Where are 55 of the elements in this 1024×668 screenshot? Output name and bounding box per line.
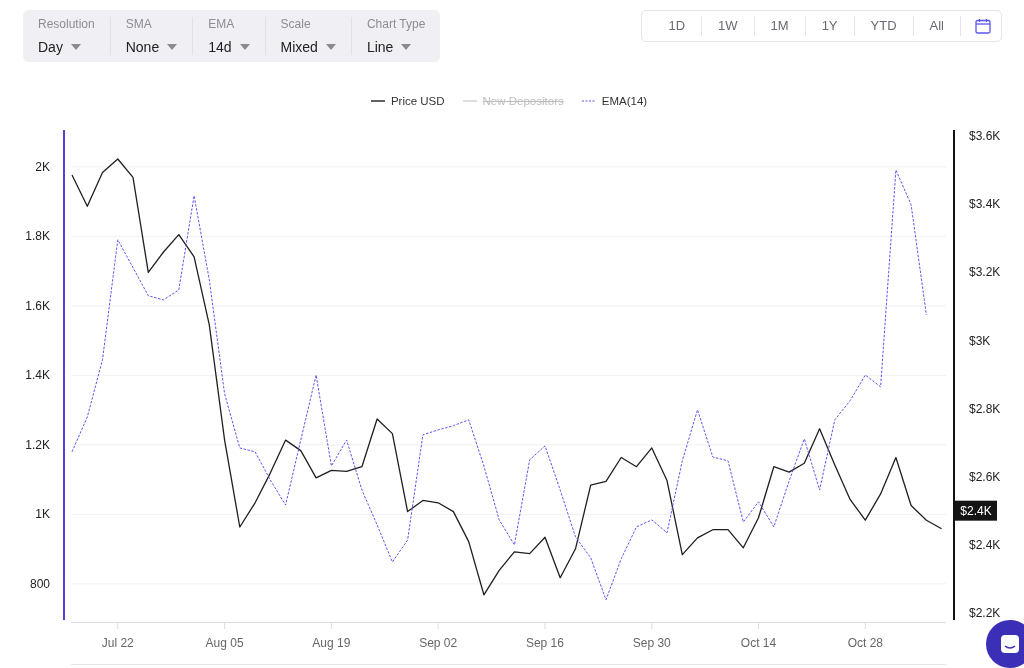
- range-button[interactable]: 1W: [701, 16, 754, 36]
- dropdown-value: 14d: [208, 39, 232, 55]
- axis-label: Oct 28: [847, 636, 883, 650]
- range-button[interactable]: All: [912, 16, 960, 36]
- caret-icon: [401, 44, 412, 50]
- dropdown[interactable]: Scale Mixed: [264, 17, 351, 55]
- axis-label: $2.6K: [969, 469, 1001, 484]
- dropdown-value: Mixed: [280, 39, 318, 55]
- axis-label: 800: [29, 576, 50, 591]
- caret-icon: [70, 44, 81, 50]
- dropdown[interactable]: EMA 14d: [192, 17, 265, 55]
- calendar-icon[interactable]: [975, 18, 991, 34]
- dropdown-value: Day: [38, 39, 63, 55]
- axis-label: $2.4K: [969, 538, 1001, 552]
- dropdown[interactable]: SMA None: [109, 17, 193, 55]
- axis-label: 1.2K: [25, 437, 50, 452]
- caret-icon: [167, 44, 178, 50]
- caret-icon: [325, 44, 336, 50]
- axis-label: 1K: [35, 507, 50, 522]
- dropdown-label: Scale: [280, 17, 312, 31]
- chat-button[interactable]: [986, 620, 1024, 668]
- dropdown-value: None: [125, 39, 160, 55]
- dropdown-label: EMA: [208, 17, 236, 31]
- dropdown[interactable]: Chart Type Line: [350, 17, 441, 55]
- axis-label: $3.6K: [969, 129, 1001, 144]
- axis-label: Aug 19: [312, 636, 351, 650]
- legend-item[interactable]: Price USD: [370, 94, 445, 107]
- axis-label: Sep 30: [632, 636, 671, 650]
- axis-label: 2K: [35, 159, 50, 174]
- axis-label: Aug 05: [205, 636, 244, 650]
- axis-label: Sep 02: [419, 636, 458, 650]
- range-button[interactable]: YTD: [853, 16, 913, 36]
- dropdown-label: Resolution: [38, 17, 95, 31]
- dropdown-label: Chart Type: [366, 17, 426, 31]
- axis-label: $2.8K: [969, 401, 1001, 416]
- dropdown-label: SMA: [125, 17, 153, 31]
- caret-icon: [239, 44, 250, 50]
- axis-label: 1.4K: [25, 368, 50, 383]
- dropdown-value: Line: [366, 39, 394, 55]
- axis-label: $2.2K: [969, 606, 1001, 621]
- range-button[interactable]: 1Y: [804, 16, 854, 36]
- legend-item[interactable]: EMA(14): [581, 94, 648, 107]
- axis-label: Sep 16: [525, 636, 564, 650]
- axis-label: 1.8K: [25, 229, 50, 244]
- chat-icon: [1000, 634, 1020, 654]
- axis-label: 1.6K: [25, 298, 50, 313]
- range-button[interactable]: 1M: [753, 16, 805, 36]
- axis-label: $3.2K: [969, 265, 1001, 280]
- price-badge: $2.4K: [955, 500, 997, 521]
- axis-label: $3K: [969, 333, 991, 348]
- axis-label: Oct 14: [740, 636, 777, 650]
- dropdown[interactable]: Resolution Day: [23, 17, 110, 55]
- axis-label: $3.4K: [969, 197, 1001, 212]
- axis-label: Jul 22: [101, 636, 134, 650]
- range-button[interactable]: 1D: [652, 16, 702, 36]
